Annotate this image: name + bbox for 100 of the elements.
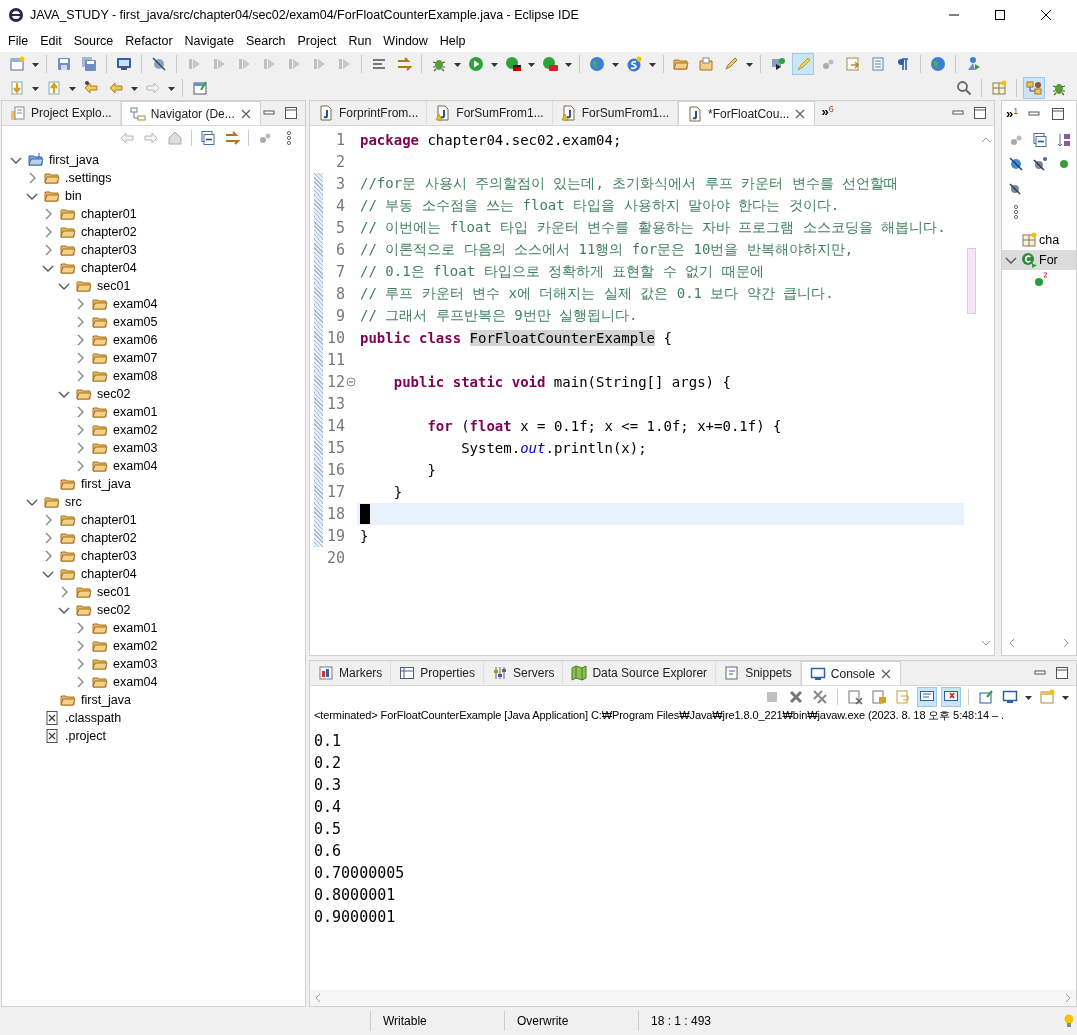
tab[interactable]: Snippets: [716, 661, 801, 685]
maximize-icon[interactable]: [992, 7, 1008, 23]
tab[interactable]: Navigator (De...: [120, 101, 261, 125]
outline-item[interactable]: cha: [1039, 233, 1060, 247]
swap-arrows-icon[interactable]: [224, 130, 240, 146]
close-icon[interactable]: [1038, 7, 1054, 23]
tab[interactable]: ForSumFrom1...: [427, 101, 553, 125]
clear-button[interactable]: [845, 687, 865, 707]
maximize-icon[interactable]: [1054, 665, 1070, 681]
maximize-icon[interactable]: [972, 105, 988, 121]
tree-item[interactable]: first_java: [48, 153, 101, 167]
tree-item[interactable]: src: [64, 495, 83, 509]
console-output-line: 0.70000005: [314, 863, 406, 884]
status-field: 18 : 1 : 493: [638, 1011, 758, 1031]
menu-item[interactable]: Edit: [34, 32, 68, 50]
collapse-all-icon[interactable]: [1032, 132, 1048, 148]
tree-item[interactable]: sec01: [96, 585, 132, 599]
tree-item[interactable]: sec02: [96, 603, 132, 617]
tree-item[interactable]: first_java: [80, 477, 133, 491]
tree-item[interactable]: chapter01: [80, 513, 138, 527]
overview-marker: [967, 248, 976, 314]
menu-item[interactable]: Refactor: [119, 32, 179, 50]
folder-icon: [44, 170, 60, 186]
tree-item[interactable]: exam03: [112, 441, 159, 455]
fold-icon[interactable]: [346, 377, 356, 387]
menu-item[interactable]: Run: [342, 32, 378, 50]
code-line: System.out.println(x);: [460, 439, 648, 458]
step-icon: [311, 56, 327, 72]
tree-item[interactable]: chapter03: [80, 243, 138, 257]
tree-item[interactable]: .settings: [64, 171, 113, 185]
document-lines-icon: [870, 56, 886, 72]
collapse-all-icon[interactable]: [200, 130, 216, 146]
tab[interactable]: Data Source Explorer: [563, 661, 717, 685]
line-number: 8: [334, 285, 345, 303]
menu-item[interactable]: Search: [239, 32, 292, 50]
arrow-left-icon[interactable]: [119, 130, 135, 146]
folder-icon: [76, 602, 92, 618]
new-console-icon: [1039, 689, 1055, 705]
tree-item[interactable]: chapter04: [80, 567, 138, 581]
folder-icon: [44, 494, 60, 510]
outline-item[interactable]: For: [1039, 253, 1058, 267]
tab[interactable]: ForprintFrom...: [310, 101, 428, 125]
home-icon[interactable]: [167, 130, 183, 146]
tree-item[interactable]: exam04: [112, 297, 159, 311]
menu-item[interactable]: Help: [433, 32, 472, 50]
show-on-output-button[interactable]: [917, 687, 937, 707]
tab[interactable]: Properties: [391, 661, 485, 685]
tree-item[interactable]: chapter02: [80, 531, 138, 545]
globe-icon: [589, 56, 605, 72]
tab[interactable]: Project Explo...: [2, 101, 121, 125]
menu-item[interactable]: Window: [377, 32, 434, 50]
tree-item[interactable]: .project: [64, 729, 107, 743]
tree-item[interactable]: exam08: [112, 369, 159, 383]
tab[interactable]: Servers: [484, 661, 564, 685]
hierarchy-button[interactable]: [1023, 77, 1045, 99]
tree-item[interactable]: first_java: [80, 693, 133, 707]
tree-item[interactable]: exam03: [112, 657, 159, 671]
tree-item[interactable]: exam07: [112, 351, 159, 365]
tree-item[interactable]: bin: [64, 189, 83, 203]
tab[interactable]: Console: [800, 661, 901, 685]
menu-item[interactable]: Source: [67, 32, 120, 50]
hide-static-icon[interactable]: [1032, 156, 1048, 172]
tree-item[interactable]: sec02: [96, 387, 132, 401]
tree-item[interactable]: chapter01: [80, 207, 138, 221]
menu-item[interactable]: File: [2, 32, 35, 50]
menu-item[interactable]: Navigate: [178, 32, 240, 50]
tab[interactable]: *ForFloatCou...: [678, 101, 816, 125]
menu-item[interactable]: Project: [291, 32, 343, 50]
tree-item[interactable]: exam04: [112, 675, 159, 689]
code-line: // 그래서 루프반복은 9번만 실행됩니다.: [359, 306, 639, 325]
sort-icon[interactable]: [1056, 132, 1072, 148]
text-cursor: [360, 504, 370, 524]
line-number: 9: [334, 307, 345, 325]
step-icon: [186, 56, 202, 72]
tree-item[interactable]: chapter04: [80, 261, 138, 275]
pin-icon: [978, 689, 994, 705]
person-play-icon: [965, 56, 981, 72]
hide-fields-icon[interactable]: [1008, 156, 1024, 172]
show-on-error-button[interactable]: [941, 687, 961, 707]
maximize-icon[interactable]: [1050, 105, 1067, 122]
tree-item[interactable]: exam05: [112, 315, 159, 329]
hierarchy-icon: [1026, 80, 1042, 96]
tree-item[interactable]: .classpath: [64, 711, 123, 725]
tree-item[interactable]: exam01: [112, 621, 159, 635]
line-number: 3: [334, 175, 345, 193]
tree-item[interactable]: exam02: [112, 423, 159, 437]
arrow-right-icon[interactable]: [143, 130, 159, 146]
tree-item[interactable]: chapter02: [80, 225, 138, 239]
tab[interactable]: Markers: [310, 661, 392, 685]
lock-button[interactable]: [869, 687, 889, 707]
folder-icon: [60, 242, 76, 258]
maximize-icon[interactable]: [283, 105, 299, 121]
tree-item[interactable]: exam01: [112, 405, 159, 419]
tree-item[interactable]: exam06: [112, 333, 159, 347]
line-number: 15: [325, 439, 345, 457]
tab[interactable]: ForSumFrom1...: [552, 101, 679, 125]
tree-item[interactable]: sec01: [96, 279, 132, 293]
tree-item[interactable]: chapter03: [80, 549, 138, 563]
tree-item[interactable]: exam02: [112, 639, 159, 653]
tree-item[interactable]: exam04: [112, 459, 159, 473]
